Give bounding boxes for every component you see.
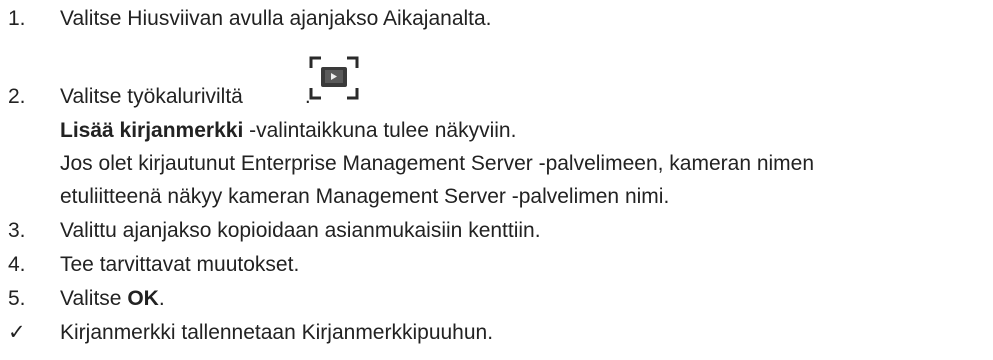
ok-label: OK [127,287,159,310]
result-text: Kirjanmerkki tallennetaan Kirjanmerkkipu… [60,321,494,344]
step-2-number: 2. [8,85,26,108]
step-1-number: 1. [8,7,26,30]
step-4-number: 4. [8,253,26,276]
dialog-name: Lisää kirjanmerkki [60,119,244,142]
step-4-text: Tee tarvittavat muutokset. [60,253,300,276]
step-3-number: 3. [8,219,26,242]
step-5-number: 5. [8,287,26,310]
step-2-text: Valitse työkaluriviltä. [60,84,311,110]
bookmark-icon [309,56,359,100]
result-check-icon: ✓ [8,321,26,344]
document-page: 1. Valitse Hiusviivan avulla ajanjakso A… [0,0,993,360]
dialog-appears-text: Lisää kirjanmerkki -valintaikkuna tulee … [60,119,517,142]
step-3-text: Valittu ajanjakso kopioidaan asianmukais… [60,219,541,242]
step-5-text: Valitse OK. [60,287,165,310]
step-2-text-before: Valitse työkaluriviltä [60,85,243,108]
enterprise-note-line-1: Jos olet kirjautunut Enterprise Manageme… [60,152,815,175]
step-1-text: Valitse Hiusviivan avulla ajanjakso Aika… [60,7,492,30]
enterprise-note-line-2: etuliitteenä näkyy kameran Management Se… [60,185,670,208]
